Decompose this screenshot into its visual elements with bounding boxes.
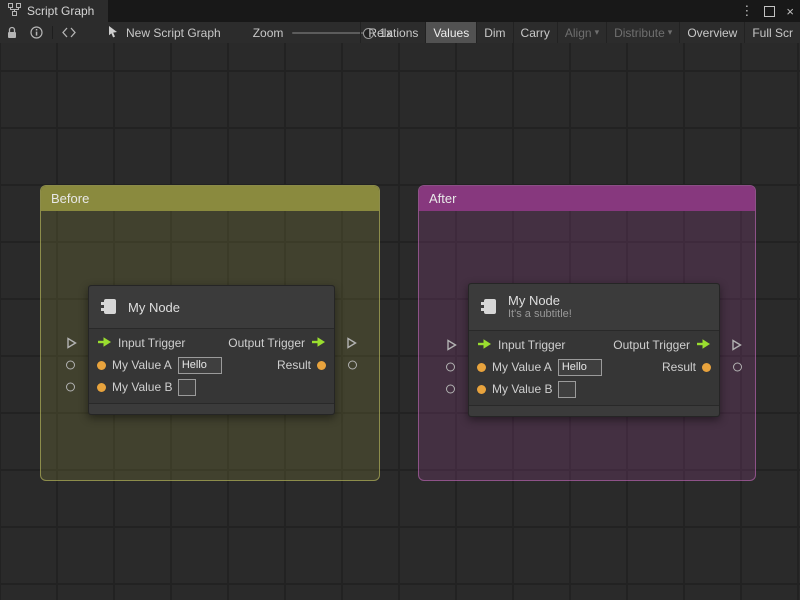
lock-icon[interactable] [0,22,24,43]
tab-bar: Script Graph ⋮ × [0,0,800,22]
graph-name[interactable]: New Script Graph [107,25,221,41]
node-footer [469,405,719,416]
circle-port-icon[interactable] [446,362,455,372]
node-my-node-after[interactable]: My Node It's a subtitle! Input Trigger O… [446,283,742,417]
node-title: My Node [508,293,561,308]
port-label-value-a: My Value A [112,358,172,372]
circle-port-icon[interactable] [66,382,75,392]
node-body: Input Trigger Output Trigger My Value A … [66,329,357,403]
port-row-trigger: Input Trigger Output Trigger [67,332,357,354]
graph-toolbar: New Script Graph Zoom 1x Relations Value… [0,22,800,44]
value-a-input[interactable] [557,358,602,376]
value-b-input[interactable] [178,378,197,396]
group-header[interactable]: Before [41,186,379,211]
triangle-port-icon[interactable] [446,339,457,352]
port-row-value-a: My Value A Result [446,356,742,378]
port-label-input-trigger: Input Trigger [118,336,186,350]
port-label-value-a: My Value A [492,360,552,374]
port-label-output-trigger: Output Trigger [228,336,305,350]
port-row-trigger: Input Trigger Output Trigger [447,334,742,356]
graph-name-label: New Script Graph [126,25,221,40]
value-dot-icon[interactable] [477,362,486,372]
value-dot-icon[interactable] [702,362,711,372]
node-header[interactable]: My Node It's a subtitle! [469,284,719,331]
circle-port-icon[interactable] [66,360,75,370]
code-icon[interactable] [57,22,81,43]
distribute-dropdown[interactable]: Distribute ▾ [606,22,679,43]
flow-arrow-icon[interactable] [97,336,112,351]
node-subtitle: It's a subtitle! [508,308,572,320]
toolbar-separator [52,26,53,39]
cursor-icon [107,25,119,41]
port-label-output-trigger: Output Trigger [613,338,690,352]
chevron-down-icon: ▾ [594,27,600,37]
port-row-value-a: My Value A Result [66,354,357,376]
unit-icon [479,296,499,319]
circle-port-icon[interactable] [446,384,455,394]
circle-port-icon[interactable] [733,362,742,372]
node-my-node-before[interactable]: My Node Input Trigger Output Trigger My … [66,285,357,415]
flow-arrow-icon[interactable] [477,338,492,353]
port-label-result: Result [276,358,311,372]
port-row-value-b: My Value B [446,378,719,400]
flow-arrow-icon[interactable] [696,338,711,353]
fullscreen-button[interactable]: Full Scr [744,22,800,43]
group-header[interactable]: After [419,186,755,211]
chevron-down-icon: ▾ [667,27,673,37]
triangle-port-icon[interactable] [731,339,742,352]
window-controls: ⋮ × [740,0,794,22]
graph-icon [8,3,21,19]
circle-port-icon[interactable] [348,360,357,370]
script-graph-window: Script Graph ⋮ × New Script Graph Zoom 1… [0,0,800,600]
port-label-result: Result [661,360,696,374]
value-dot-icon[interactable] [97,360,106,370]
value-a-input[interactable] [177,356,222,374]
port-label-value-b: My Value B [492,382,553,396]
align-label: Align [564,25,592,40]
node-header[interactable]: My Node [89,286,334,329]
carry-button[interactable]: Carry [512,22,557,43]
dim-button[interactable]: Dim [476,22,512,43]
overview-button[interactable]: Overview [679,22,744,43]
group-title: Before [51,191,90,206]
node-body: Input Trigger Output Trigger My Value A … [446,331,742,405]
distribute-label: Distribute [614,25,665,40]
tab-title: Script Graph [27,4,95,18]
toolbar-buttons: Relations Values Dim Carry Align ▾ Distr… [360,22,800,43]
graph-canvas[interactable]: Before After My Node Input Trigger Outpu… [0,43,800,600]
relations-button[interactable]: Relations [360,22,425,43]
zoom-slider[interactable] [292,27,375,39]
values-button[interactable]: Values [425,22,477,43]
flow-arrow-icon[interactable] [311,336,326,351]
tab-script-graph[interactable]: Script Graph [0,0,109,22]
close-icon[interactable]: × [786,4,794,19]
triangle-port-icon[interactable] [66,337,77,350]
port-label-value-b: My Value B [112,380,173,394]
value-b-input[interactable] [558,380,577,398]
value-dot-icon[interactable] [97,382,106,392]
align-dropdown[interactable]: Align ▾ [556,22,606,43]
value-dot-icon[interactable] [477,384,486,394]
zoom-label: Zoom [252,25,284,40]
unit-icon [99,296,119,319]
value-dot-icon[interactable] [317,360,326,370]
node-title: My Node [128,299,181,315]
group-title: After [429,191,457,206]
port-label-input-trigger: Input Trigger [498,338,566,352]
kebab-menu-icon[interactable]: ⋮ [740,3,753,19]
info-icon[interactable] [24,22,48,43]
port-row-value-b: My Value B [66,376,334,398]
node-footer [89,403,334,414]
triangle-port-icon[interactable] [346,337,357,350]
maximize-icon[interactable] [764,5,776,17]
